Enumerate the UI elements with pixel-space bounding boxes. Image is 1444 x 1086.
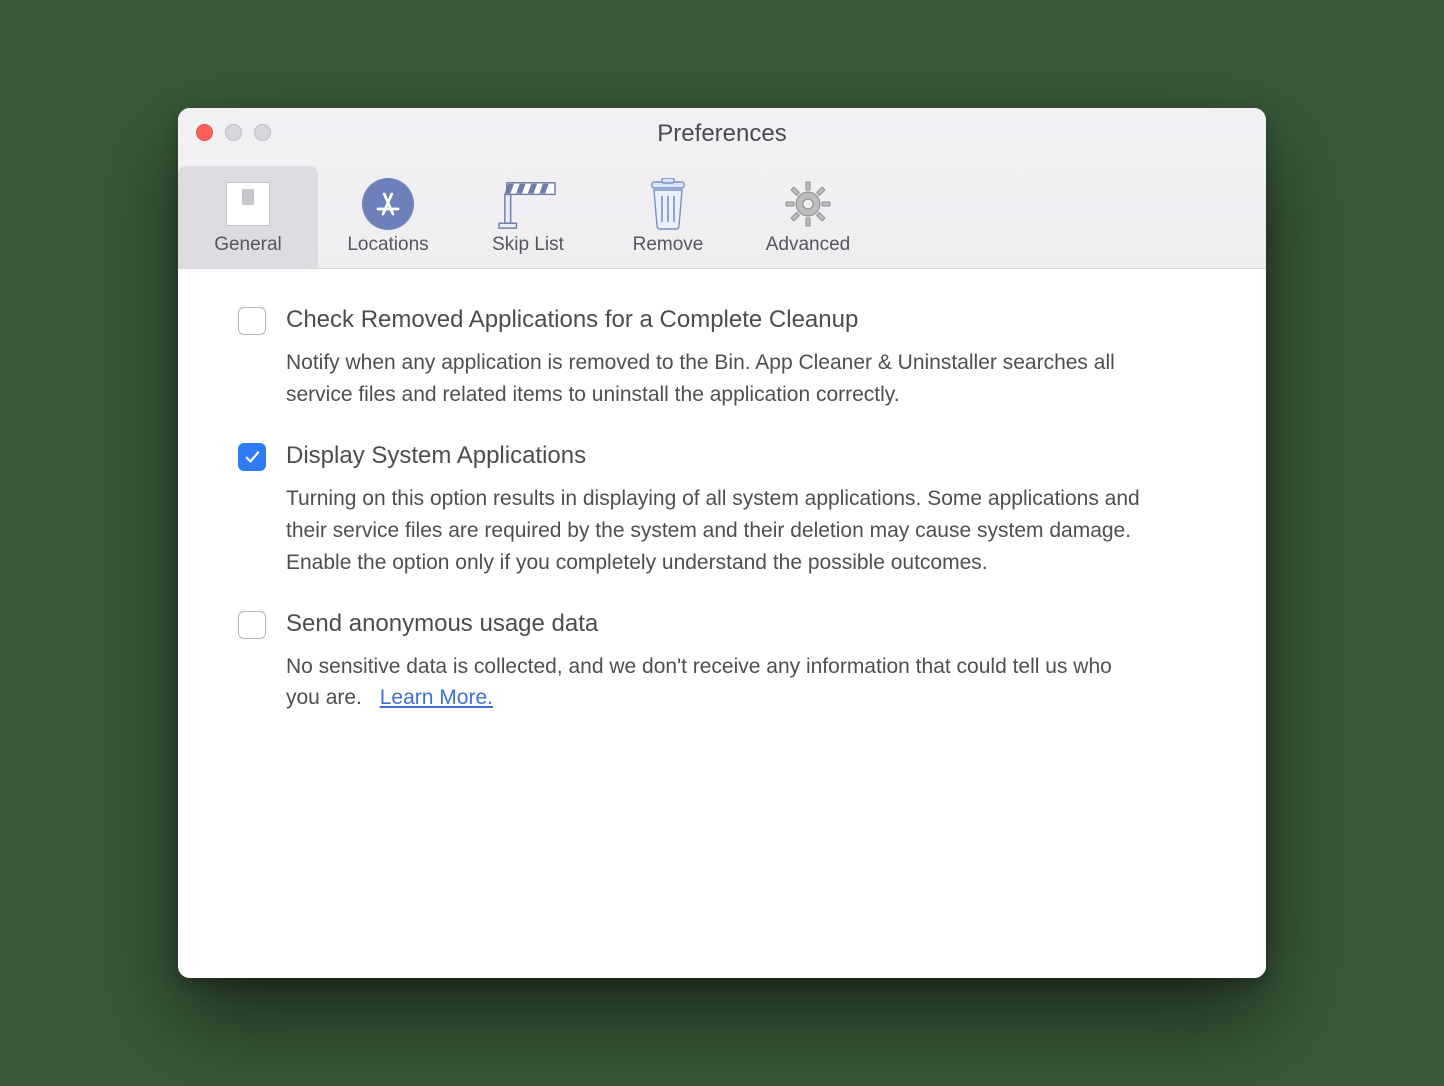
tab-locations[interactable]: Locations (318, 166, 458, 268)
checkbox-display-system[interactable] (238, 443, 266, 471)
titlebar: Preferences General (178, 108, 1266, 269)
checkbox-check-removed[interactable] (238, 307, 266, 335)
tab-advanced[interactable]: Advanced (738, 166, 878, 268)
appstore-icon (324, 176, 452, 232)
tab-remove[interactable]: Remove (598, 166, 738, 268)
learn-more-link[interactable]: Learn More. (380, 686, 493, 709)
minimize-window-button[interactable] (225, 124, 242, 141)
toolbar: General Locations (178, 166, 1266, 268)
tab-general[interactable]: General (178, 166, 318, 268)
tab-label: Skip List (464, 234, 592, 256)
preferences-window: Preferences General (178, 108, 1266, 978)
option-title: Check Removed Applications for a Complet… (286, 305, 858, 335)
option-desc: Turning on this option results in displa… (286, 483, 1146, 579)
option-title: Send anonymous usage data (286, 609, 598, 639)
trash-icon (604, 176, 732, 232)
check-icon (243, 448, 261, 466)
tab-label: Advanced (744, 234, 872, 256)
content-pane: Check Removed Applications for a Complet… (178, 269, 1266, 978)
option-title: Display System Applications (286, 441, 586, 471)
tab-label: General (184, 234, 312, 256)
traffic-lights (196, 124, 271, 141)
zoom-window-button[interactable] (254, 124, 271, 141)
gear-icon (744, 176, 872, 232)
option-desc: No sensitive data is collected, and we d… (286, 651, 1146, 715)
tab-label: Locations (324, 234, 452, 256)
tab-skip-list[interactable]: Skip List (458, 166, 598, 268)
switch-icon (184, 176, 312, 232)
window-title: Preferences (178, 108, 1266, 166)
close-window-button[interactable] (196, 124, 213, 141)
option-desc: Notify when any application is removed t… (286, 347, 1146, 411)
checkbox-send-usage[interactable] (238, 611, 266, 639)
tab-label: Remove (604, 234, 732, 256)
barrier-icon (464, 176, 592, 232)
